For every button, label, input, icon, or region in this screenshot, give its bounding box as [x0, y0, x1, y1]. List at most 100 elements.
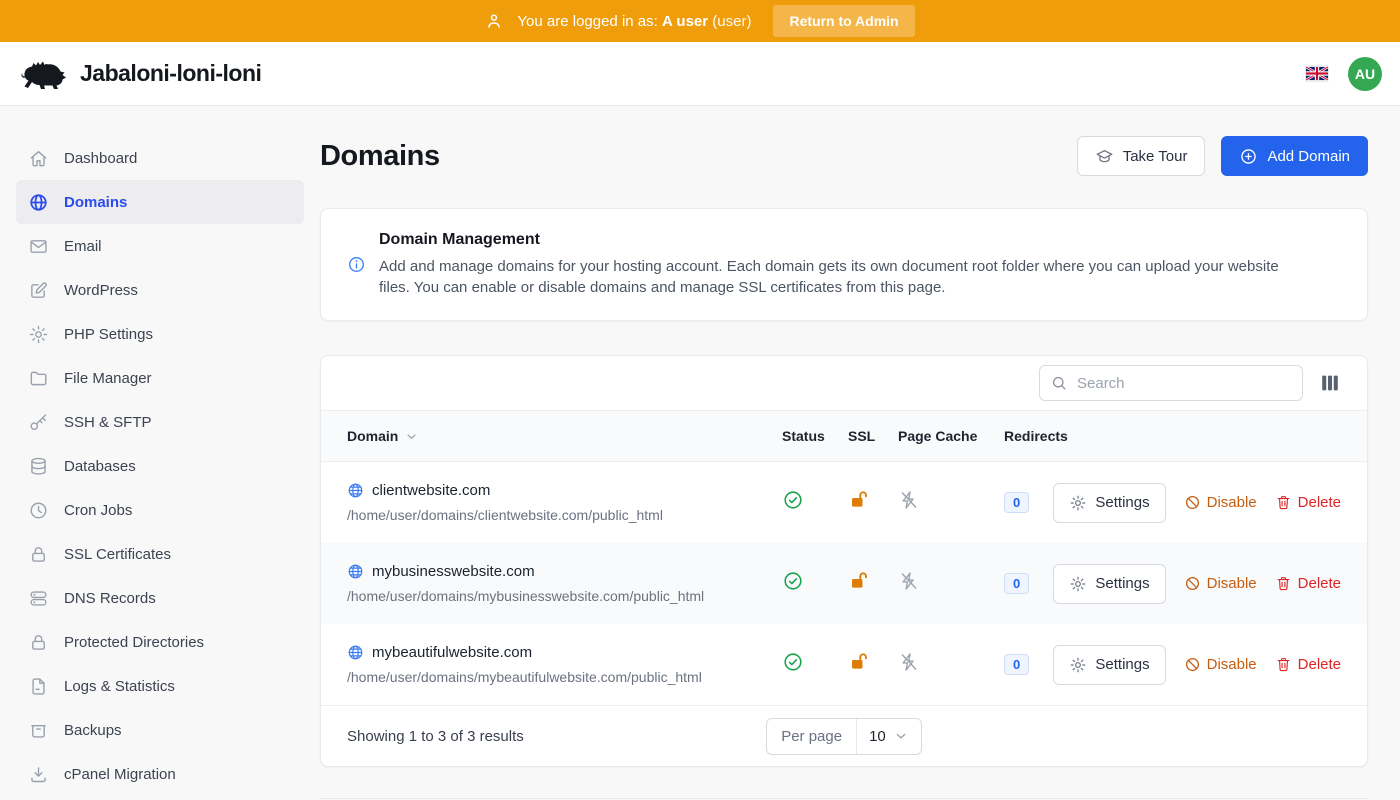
- server-icon: [28, 588, 49, 609]
- domain-link[interactable]: mybusinesswebsite.com: [372, 563, 535, 580]
- sidebar-item-protected-directories[interactable]: Protected Directories: [16, 620, 304, 664]
- ssl-unlocked-icon[interactable]: [848, 651, 870, 673]
- key-icon: [28, 412, 49, 433]
- column-header-domain[interactable]: Domain: [347, 428, 782, 444]
- sidebar: Dashboard Domains Email: [0, 106, 320, 800]
- info-card-title: Domain Management: [379, 231, 1299, 249]
- sidebar-item-domains[interactable]: Domains: [16, 180, 304, 224]
- sidebar-item-cpanel-migration[interactable]: cPanel Migration: [16, 752, 304, 796]
- brand[interactable]: Jabaloni-loni-loni: [18, 56, 261, 92]
- ban-icon: [1184, 494, 1201, 511]
- chevron-down-icon: [893, 728, 909, 744]
- trash-icon: [1275, 575, 1292, 592]
- banner-prefix: You are logged in as:: [517, 13, 657, 30]
- delete-button[interactable]: Delete: [1275, 575, 1341, 592]
- gear-icon: [1069, 575, 1087, 593]
- sidebar-item-backups[interactable]: Backups: [16, 708, 304, 752]
- return-to-admin-button[interactable]: Return to Admin: [773, 5, 914, 37]
- sidebar-item-label: Cron Jobs: [64, 502, 132, 519]
- add-domain-button[interactable]: Add Domain: [1221, 136, 1368, 176]
- pencil-icon: [28, 280, 49, 301]
- page-cache-disabled-icon[interactable]: [898, 570, 920, 592]
- sidebar-item-wordpress[interactable]: WordPress: [16, 268, 304, 312]
- folder-icon: [28, 368, 49, 389]
- results-summary: Showing 1 to 3 of 3 results: [347, 728, 766, 745]
- column-header-redirects: Redirects: [1004, 428, 1091, 444]
- chevron-down-icon: [404, 429, 419, 444]
- settings-button[interactable]: Settings: [1053, 564, 1165, 604]
- database-icon: [28, 456, 49, 477]
- language-flag-icon[interactable]: [1306, 66, 1328, 81]
- domain-path: /home/user/domains/mybeautifulwebsite.co…: [347, 669, 782, 685]
- settings-button[interactable]: Settings: [1053, 483, 1165, 523]
- sidebar-item-label: Email: [64, 238, 102, 255]
- clock-icon: [28, 500, 49, 521]
- page-title: Domains: [320, 140, 440, 173]
- trash-icon: [1275, 494, 1292, 511]
- plus-circle-icon: [1239, 147, 1258, 166]
- info-icon: [347, 255, 366, 274]
- lock-icon: [28, 544, 49, 565]
- settings-button[interactable]: Settings: [1053, 645, 1165, 685]
- delete-button[interactable]: Delete: [1275, 494, 1341, 511]
- sidebar-item-databases[interactable]: Databases: [16, 444, 304, 488]
- impersonation-banner: You are logged in as: A user (user) Retu…: [0, 0, 1400, 42]
- table-row: mybeautifulwebsite.com /home/user/domain…: [321, 624, 1367, 705]
- search-icon: [1050, 374, 1068, 392]
- sidebar-item-label: Domains: [64, 194, 127, 211]
- brand-name: Jabaloni-loni-loni: [80, 60, 261, 87]
- take-tour-label: Take Tour: [1123, 148, 1188, 165]
- column-picker-icon[interactable]: [1319, 372, 1341, 394]
- globe-icon: [347, 563, 364, 580]
- sidebar-item-label: cPanel Migration: [64, 766, 176, 783]
- column-header-status: Status: [782, 428, 848, 444]
- sidebar-item-logs-statistics[interactable]: Logs & Statistics: [16, 664, 304, 708]
- table-footer: Showing 1 to 3 of 3 results Per page 10: [321, 705, 1367, 766]
- search-input[interactable]: [1039, 365, 1303, 401]
- per-page-select[interactable]: Per page 10: [766, 718, 922, 755]
- domain-path: /home/user/domains/clientwebsite.com/pub…: [347, 507, 782, 523]
- globe-icon: [347, 644, 364, 661]
- domain-link[interactable]: clientwebsite.com: [372, 482, 490, 499]
- page-cache-disabled-icon[interactable]: [898, 489, 920, 511]
- banner-user-role: (user): [712, 13, 751, 30]
- sidebar-item-dashboard[interactable]: Dashboard: [16, 136, 304, 180]
- table-row: mybusinesswebsite.com /home/user/domains…: [321, 543, 1367, 624]
- banner-message: You are logged in as: A user (user): [517, 13, 751, 30]
- banner-user-name: A user: [662, 13, 708, 30]
- user-avatar[interactable]: AU: [1348, 57, 1382, 91]
- sidebar-item-ssl-certificates[interactable]: SSL Certificates: [16, 532, 304, 576]
- sidebar-item-label: Dashboard: [64, 150, 137, 167]
- disable-button[interactable]: Disable: [1184, 575, 1257, 592]
- redirects-count-badge[interactable]: 0: [1004, 654, 1029, 675]
- per-page-value: 10: [869, 728, 886, 745]
- lock-icon: [28, 632, 49, 653]
- sidebar-item-label: Logs & Statistics: [64, 678, 175, 695]
- domain-link[interactable]: mybeautifulwebsite.com: [372, 644, 532, 661]
- sidebar-item-label: SSL Certificates: [64, 546, 171, 563]
- table-header-row: Domain Status SSL Page Cache Redirects: [321, 410, 1367, 462]
- sidebar-item-label: WordPress: [64, 282, 138, 299]
- sidebar-item-email[interactable]: Email: [16, 224, 304, 268]
- ssl-unlocked-icon[interactable]: [848, 570, 870, 592]
- disable-button[interactable]: Disable: [1184, 656, 1257, 673]
- page-cache-disabled-icon[interactable]: [898, 651, 920, 673]
- sidebar-item-label: Protected Directories: [64, 634, 204, 651]
- ssl-unlocked-icon[interactable]: [848, 489, 870, 511]
- take-tour-button[interactable]: Take Tour: [1077, 136, 1206, 176]
- sidebar-item-php-settings[interactable]: PHP Settings: [16, 312, 304, 356]
- sidebar-item-label: SSH & SFTP: [64, 414, 152, 431]
- per-page-label: Per page: [767, 719, 857, 754]
- status-active-icon: [782, 651, 804, 673]
- sidebar-item-cron-jobs[interactable]: Cron Jobs: [16, 488, 304, 532]
- sidebar-item-ssh-sftp[interactable]: SSH & SFTP: [16, 400, 304, 444]
- sidebar-item-file-manager[interactable]: File Manager: [16, 356, 304, 400]
- redirects-count-badge[interactable]: 0: [1004, 492, 1029, 513]
- column-header-page-cache: Page Cache: [898, 428, 1004, 444]
- redirects-count-badge[interactable]: 0: [1004, 573, 1029, 594]
- trash-icon: [1275, 656, 1292, 673]
- delete-button[interactable]: Delete: [1275, 656, 1341, 673]
- domains-table-card: Domain Status SSL Page Cache Redirects: [320, 355, 1368, 767]
- sidebar-item-dns-records[interactable]: DNS Records: [16, 576, 304, 620]
- disable-button[interactable]: Disable: [1184, 494, 1257, 511]
